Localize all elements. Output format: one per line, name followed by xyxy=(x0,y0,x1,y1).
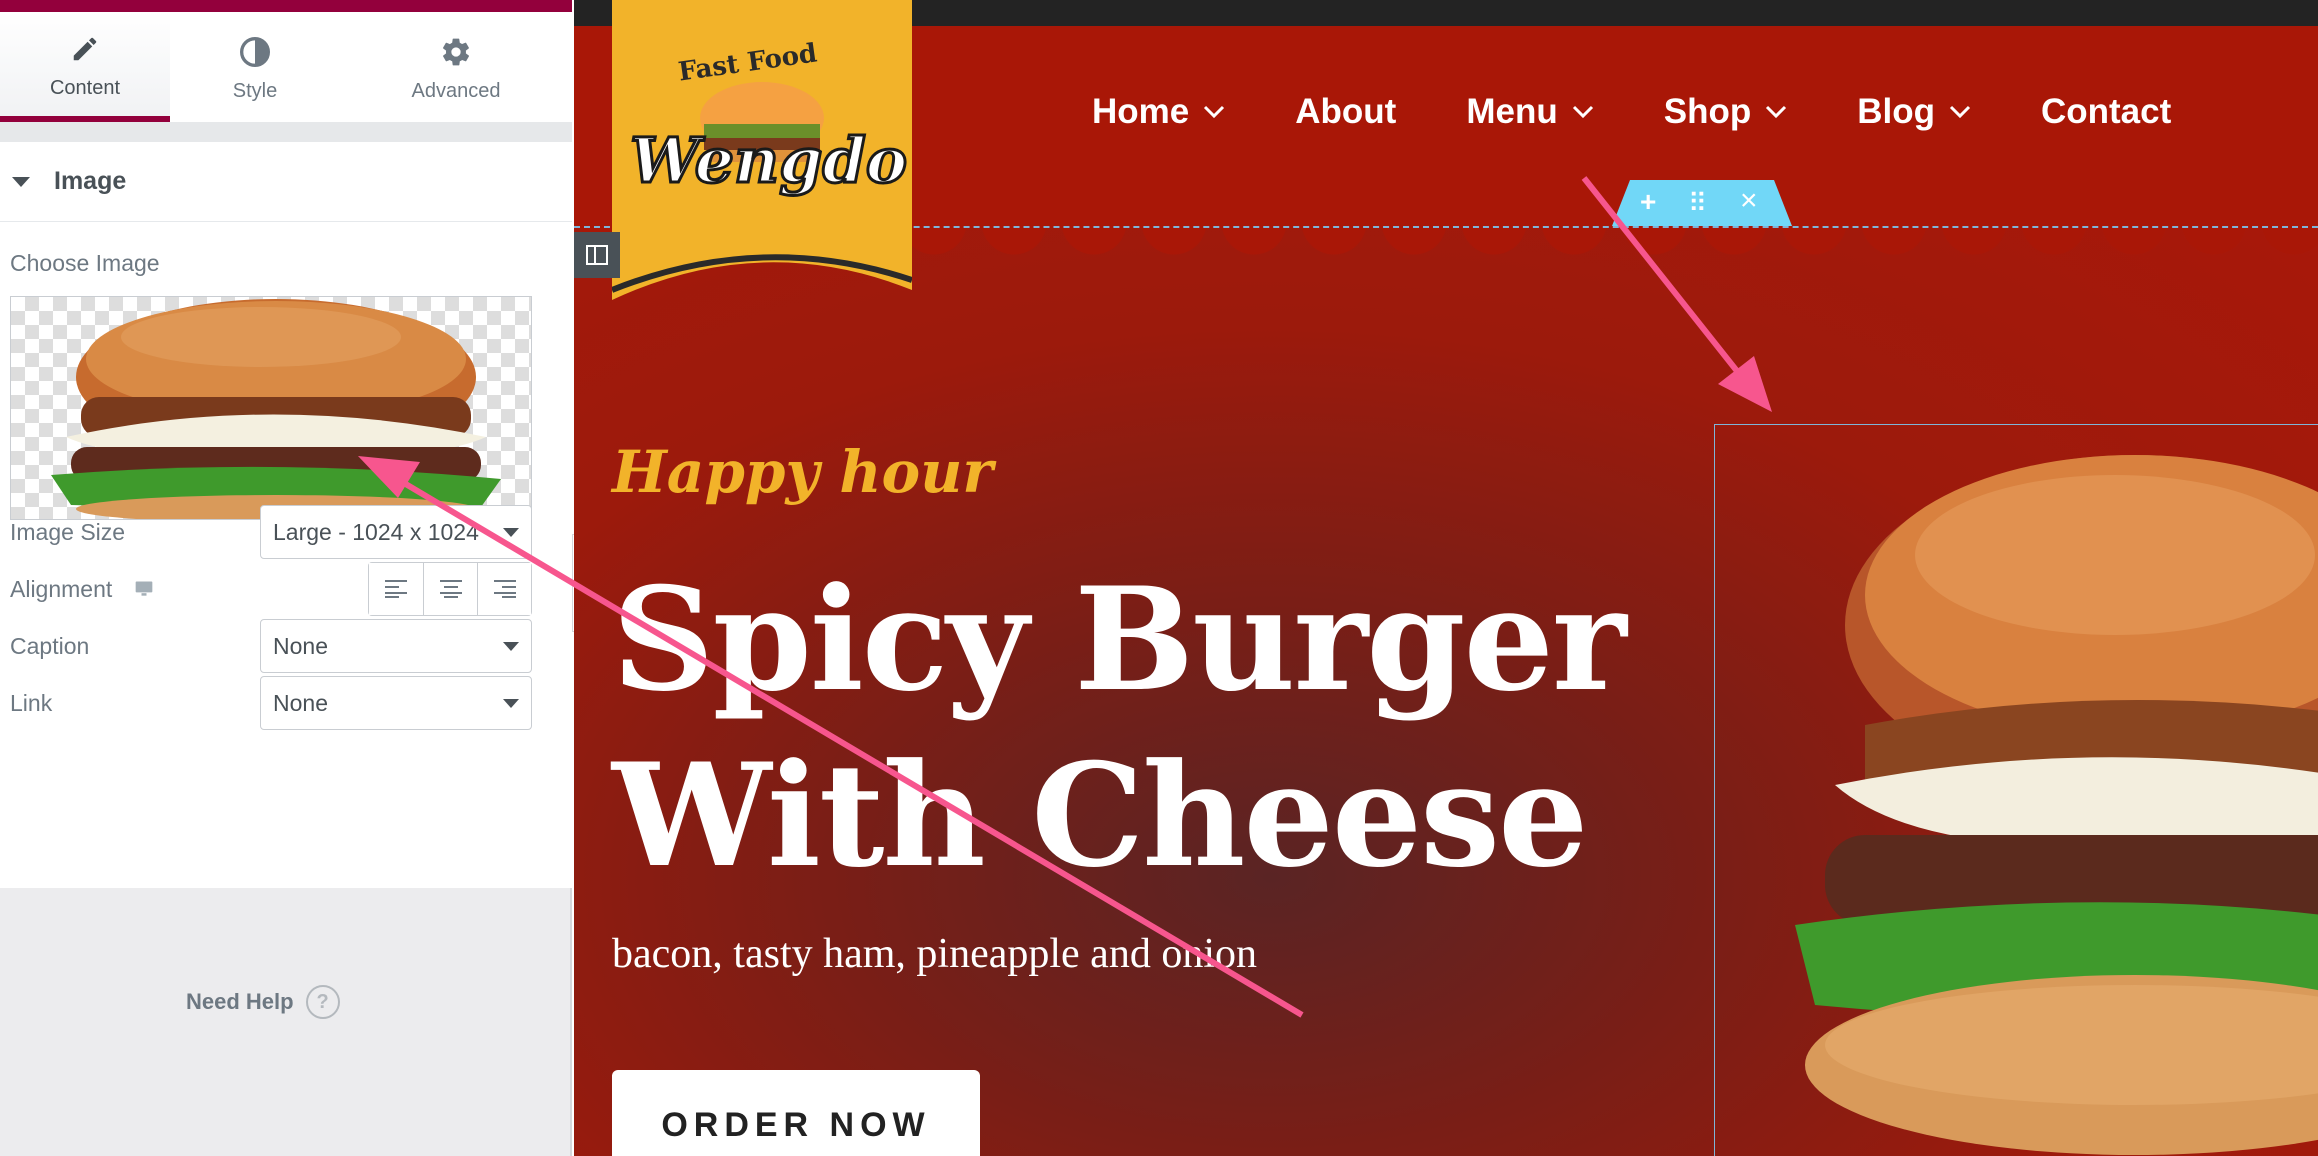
nav-home[interactable]: Home xyxy=(1092,92,1225,132)
caret-down-icon xyxy=(12,176,30,187)
need-help-label: Need Help xyxy=(186,989,294,1014)
image-section: Image Choose Image Image Size Large - 10… xyxy=(0,142,572,888)
hero-headline: Spicy Burger With Cheese xyxy=(612,552,1627,904)
hero-kicker: Happy hour xyxy=(612,438,993,506)
section-header-image[interactable]: Image xyxy=(0,142,572,222)
need-help-link[interactable]: Need Help ? xyxy=(186,985,340,1019)
delete-section-button[interactable]: × xyxy=(1740,184,1758,218)
choose-image-label: Choose Image xyxy=(10,250,160,276)
dropdown-arrow-icon xyxy=(503,527,519,537)
panel-tabs: Content Style Advanced xyxy=(0,12,572,122)
section-title: Image xyxy=(54,167,127,195)
caption-select[interactable]: None xyxy=(260,619,532,673)
nav-menu[interactable]: Menu xyxy=(1466,92,1593,132)
headline-line-1: Spicy Burger xyxy=(612,557,1627,723)
chevron-down-icon xyxy=(1572,105,1593,119)
image-chooser[interactable] xyxy=(10,296,532,520)
image-size-label: Image Size xyxy=(10,518,126,545)
align-center-button[interactable] xyxy=(423,563,477,615)
editor-panel: Content Style Advanced Image Choose Imag… xyxy=(0,0,572,1156)
burger-image xyxy=(1795,455,2318,1155)
tab-content-label: Content xyxy=(49,76,121,99)
burger-image-widget[interactable] xyxy=(1714,424,2318,1156)
desktop-icon[interactable] xyxy=(134,579,154,599)
nav-contact-label: Contact xyxy=(2040,92,2172,131)
link-value: None xyxy=(273,689,328,716)
image-size-select[interactable]: Large - 1024 x 1024 xyxy=(260,505,532,559)
burger-thumbnail xyxy=(51,299,501,519)
panel-top-accent xyxy=(0,0,572,12)
chevron-down-icon xyxy=(1949,105,1971,119)
main-nav: Home About Menu Shop Blog Contact xyxy=(1092,92,2171,132)
nav-menu-label: Menu xyxy=(1466,92,1558,131)
tab-style-label: Style xyxy=(232,79,278,102)
drag-section-handle[interactable]: ⠿ xyxy=(1688,188,1707,219)
section-handle: + ⠿ × xyxy=(1612,180,1792,226)
link-select[interactable]: None xyxy=(260,676,532,730)
tab-content[interactable]: Content xyxy=(0,12,170,122)
link-row: Link None xyxy=(10,675,532,731)
caption-label: Caption xyxy=(10,632,90,659)
page-preview: Fast Food Wengdo Home About Menu Shop Bl… xyxy=(574,0,2318,1156)
tab-style[interactable]: Style xyxy=(170,12,340,122)
alignment-label: Alignment xyxy=(10,575,113,602)
logo-brand: Wengdo xyxy=(628,123,908,199)
gear-icon xyxy=(440,32,472,72)
nav-blog-label: Blog xyxy=(1857,92,1935,131)
alignment-row: Alignment xyxy=(10,561,532,617)
alignment-label-wrap: Alignment xyxy=(10,576,154,603)
headline-line-2: With Cheese xyxy=(612,733,1588,899)
column-edit-icon[interactable] xyxy=(574,232,620,278)
half-circle-icon xyxy=(239,32,271,72)
nav-about[interactable]: About xyxy=(1295,92,1396,132)
nav-shop[interactable]: Shop xyxy=(1664,92,1787,132)
dropdown-arrow-icon xyxy=(503,698,519,708)
alignment-buttons xyxy=(368,562,532,616)
chevron-down-icon xyxy=(1766,105,1787,119)
nav-blog[interactable]: Blog xyxy=(1857,92,1971,132)
add-section-button[interactable]: + xyxy=(1640,186,1656,218)
tabs-divider xyxy=(0,122,572,142)
nav-contact[interactable]: Contact xyxy=(2041,92,2171,132)
nav-shop-label: Shop xyxy=(1663,92,1752,131)
align-left-icon xyxy=(385,580,407,598)
pencil-icon xyxy=(70,29,100,69)
align-left-button[interactable] xyxy=(369,563,423,615)
align-right-button[interactable] xyxy=(477,563,531,615)
dropdown-arrow-icon xyxy=(503,641,519,651)
caption-value: None xyxy=(273,632,328,659)
chevron-down-icon xyxy=(1204,105,1225,119)
tab-advanced-label: Advanced xyxy=(411,79,501,102)
tab-advanced[interactable]: Advanced xyxy=(340,12,572,122)
hero-subtitle: bacon, tasty ham, pineapple and onion xyxy=(612,931,1257,977)
nav-about-label: About xyxy=(1295,92,1397,131)
nav-home-label: Home xyxy=(1092,92,1190,131)
align-center-icon xyxy=(439,580,462,598)
image-size-row: Image Size Large - 1024 x 1024 xyxy=(10,504,532,560)
link-label: Link xyxy=(10,689,53,716)
help-icon: ? xyxy=(305,985,340,1019)
align-right-icon xyxy=(493,580,516,598)
caption-row: Caption None xyxy=(10,618,532,674)
image-size-value: Large - 1024 x 1024 xyxy=(273,518,479,545)
order-now-button[interactable]: ORDER NOW xyxy=(612,1070,980,1156)
